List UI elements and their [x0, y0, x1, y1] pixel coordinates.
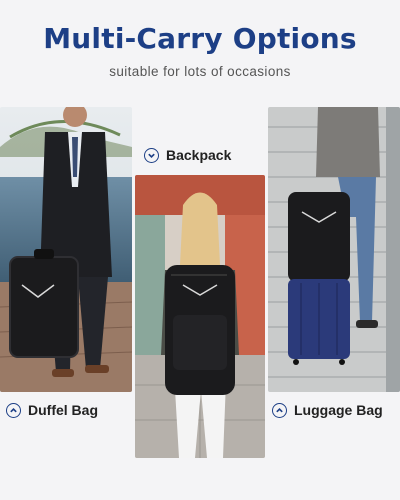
backpack-label: Backpack: [166, 147, 232, 163]
chevron-down-circle-icon: [144, 147, 159, 163]
backpack-photo: [135, 175, 265, 458]
duffel-bag-photo: [0, 107, 132, 392]
page-title: Multi-Carry Options: [43, 22, 357, 55]
luggage-bag-label: Luggage Bag: [294, 402, 383, 418]
luggage-bag-photo: [268, 107, 400, 392]
chevron-up-circle-icon: [6, 402, 21, 418]
duffel-bag-option: Duffel Bag: [6, 402, 98, 418]
page-subtitle: suitable for lots of occasions: [109, 64, 291, 79]
duffel-bag-label: Duffel Bag: [28, 402, 98, 418]
luggage-bag-option: Luggage Bag: [272, 402, 383, 418]
chevron-up-circle-icon: [272, 402, 287, 418]
backpack-option: Backpack: [144, 147, 231, 163]
